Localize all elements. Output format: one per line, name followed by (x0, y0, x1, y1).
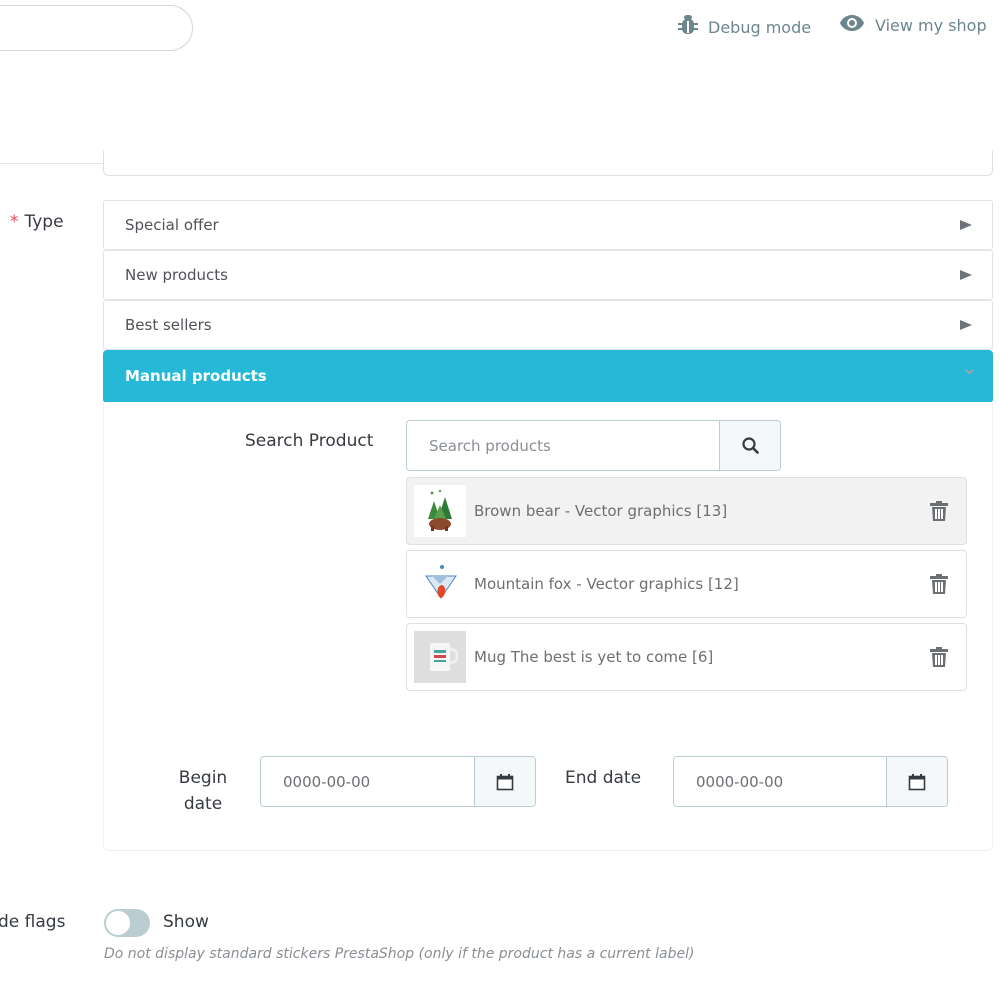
previous-field[interactable] (103, 150, 993, 176)
product-name: Mug The best is yet to come [6] (474, 648, 714, 666)
header-search-input[interactable] (0, 5, 193, 51)
end-date-input[interactable] (674, 757, 886, 806)
option-label: Best sellers (125, 316, 212, 334)
debug-mode-label: Debug mode (708, 17, 812, 37)
eye-icon (839, 14, 865, 36)
search-button[interactable] (719, 421, 780, 470)
trash-icon (930, 501, 948, 521)
begin-date-calendar-button[interactable] (474, 757, 535, 806)
hide-flags-toggle[interactable] (104, 909, 150, 937)
product-name: Mountain fox - Vector graphics [12] (474, 575, 739, 593)
brown-bear-thumbnail (414, 485, 466, 537)
begin-date-label: Begin date (178, 768, 228, 814)
option-label: Special offer (125, 216, 219, 234)
option-label: New products (125, 266, 228, 284)
search-products-input[interactable] (407, 421, 719, 470)
divider (0, 163, 103, 164)
chevron-right-icon (960, 320, 972, 330)
toggle-knob (105, 910, 131, 936)
type-option-best-sellers[interactable]: Best sellers (103, 300, 993, 350)
trash-icon (930, 647, 948, 667)
type-accordion: Special offer New products Best sellers … (103, 200, 993, 402)
type-option-manual-products[interactable]: Manual products (103, 350, 993, 402)
chevron-down-icon (962, 358, 977, 380)
end-date-calendar-button[interactable] (886, 757, 947, 806)
end-date-group (673, 756, 948, 807)
type-option-special-offer[interactable]: Special offer (103, 200, 993, 250)
end-date-label: End date (565, 768, 642, 788)
type-label: * Type (10, 212, 64, 232)
chevron-right-icon (960, 220, 972, 230)
search-product-group (406, 420, 781, 471)
begin-date-input[interactable] (261, 757, 474, 806)
product-item: Brown bear - Vector graphics [13] (406, 477, 967, 545)
mug-thumbnail (414, 631, 466, 683)
selected-products-list: Brown bear - Vector graphics [13] Mounta… (406, 477, 967, 696)
delete-product-button[interactable] (930, 574, 948, 594)
debug-mode-link[interactable]: Debug mode (678, 14, 811, 40)
hide-flags-help-text: Do not display standard stickers PrestaS… (104, 946, 695, 962)
bug-icon (678, 14, 698, 40)
product-name: Brown bear - Vector graphics [13] (474, 502, 728, 520)
option-label: Manual products (125, 367, 267, 385)
toggle-state-label: Show (163, 912, 209, 932)
search-product-label: Search Product (245, 431, 374, 451)
delete-product-button[interactable] (930, 647, 948, 667)
type-option-new-products[interactable]: New products (103, 250, 993, 300)
begin-date-group (260, 756, 536, 807)
view-my-shop-link[interactable]: View my shop (839, 14, 987, 36)
view-my-shop-label: View my shop (875, 15, 987, 35)
product-item: Mug The best is yet to come [6] (406, 623, 967, 691)
product-item: Mountain fox - Vector graphics [12] (406, 550, 967, 618)
hide-flags-label: de flags (0, 912, 66, 932)
trash-icon (930, 574, 948, 594)
required-marker: * (10, 212, 19, 232)
chevron-right-icon (960, 270, 972, 280)
search-icon (741, 437, 759, 454)
mountain-fox-thumbnail (414, 558, 466, 610)
calendar-icon (908, 773, 926, 790)
calendar-icon (496, 773, 514, 790)
delete-product-button[interactable] (930, 501, 948, 521)
